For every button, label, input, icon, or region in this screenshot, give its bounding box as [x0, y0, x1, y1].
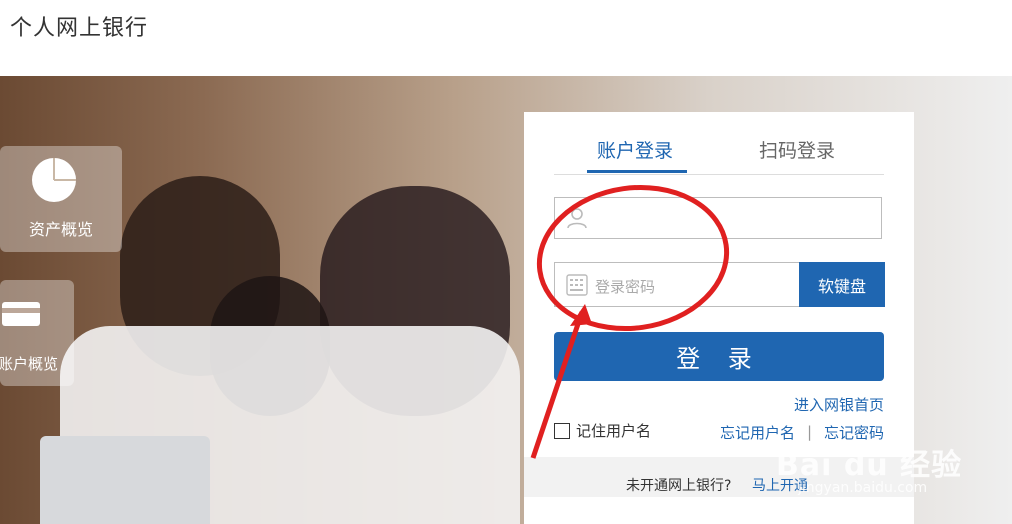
password-input[interactable]: 登录密码 [554, 262, 800, 307]
username-input[interactable] [554, 197, 882, 239]
active-tab-indicator [587, 170, 687, 173]
pie-chart-icon [32, 158, 76, 202]
laptop-shape [40, 436, 210, 524]
remember-username[interactable]: 记住用户名 [554, 420, 651, 441]
side-tile-assets[interactable]: 资产概览 [0, 146, 122, 252]
side-tile-label: 账户概览 [0, 355, 59, 373]
page-title: 个人网上银行 [10, 16, 149, 41]
card-icon [2, 302, 40, 326]
watermark: Bai du 经验 jingyan.baidu.com [776, 440, 996, 500]
side-tile-accounts[interactable]: 账户概览 [0, 280, 74, 386]
remember-label: 记住用户名 [576, 422, 652, 440]
keyboard-icon [566, 274, 588, 296]
side-tile-label: 资产概览 [28, 220, 93, 239]
remember-checkbox[interactable] [554, 422, 570, 439]
password-placeholder: 登录密码 [595, 278, 656, 296]
signup-prompt: 未开通网上银行? [626, 478, 732, 494]
page-header: 个人网上银行 [0, 0, 1012, 76]
tab-account-login[interactable]: 账户登录 [597, 136, 673, 163]
tab-qr-login[interactable]: 扫码登录 [759, 136, 835, 163]
watermark-brand: Bai du 经验 [776, 448, 963, 483]
watermark-url: jingyan.baidu.com [798, 480, 928, 496]
link-separator: | [807, 423, 813, 441]
online-banking-home-link[interactable]: 进入网银首页 [794, 394, 884, 415]
soft-keyboard-button[interactable]: 软键盘 [799, 262, 885, 307]
login-button[interactable]: 登 录 [554, 332, 884, 381]
login-tabs: 账户登录 扫码登录 [554, 132, 884, 175]
user-icon [567, 208, 587, 229]
